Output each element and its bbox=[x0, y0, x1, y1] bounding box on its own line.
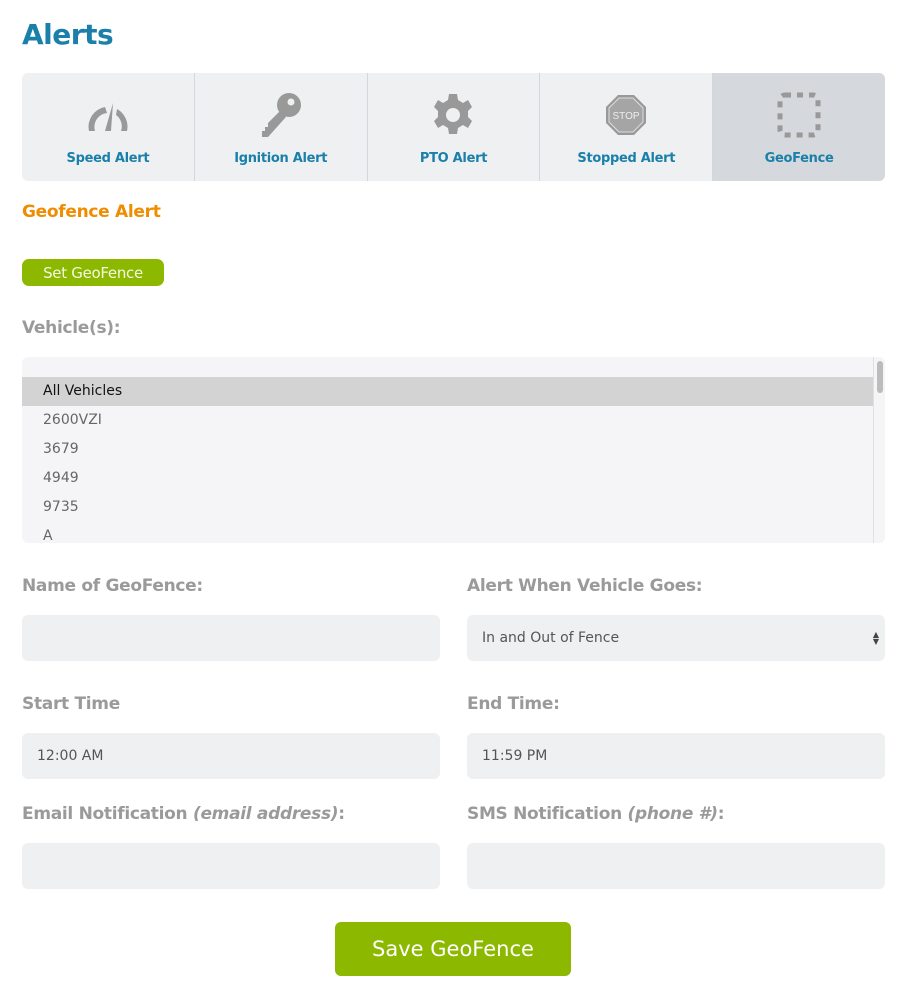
email-input[interactable] bbox=[22, 843, 440, 889]
list-item[interactable]: 4949 bbox=[22, 464, 873, 493]
name-label: Name of GeoFence: bbox=[22, 576, 203, 596]
gear-icon bbox=[434, 94, 473, 134]
tab-stopped-alert[interactable]: STOP Stopped Alert bbox=[540, 73, 714, 181]
alert-type-tabs: Speed Alert Ignition Alert PTO Alert STO… bbox=[22, 73, 885, 181]
end-time-input[interactable] bbox=[467, 733, 885, 779]
tab-label: PTO Alert bbox=[419, 151, 488, 166]
vehicles-label: Vehicle(s): bbox=[22, 318, 121, 338]
tab-label: Stopped Alert bbox=[577, 151, 676, 166]
tab-label: Speed Alert bbox=[66, 151, 150, 166]
alert-when-select[interactable]: In and Out of Fence ▲ ▼ bbox=[467, 615, 885, 661]
tab-pto-alert[interactable]: PTO Alert bbox=[368, 73, 541, 181]
end-time-label: End Time: bbox=[467, 694, 560, 714]
tab-speed-alert[interactable]: Speed Alert bbox=[22, 73, 195, 181]
save-geofence-button[interactable]: Save GeoFence bbox=[335, 922, 571, 976]
tab-label: Ignition Alert bbox=[234, 151, 328, 166]
start-time-label: Start Time bbox=[22, 694, 120, 714]
select-arrows-icon: ▲ ▼ bbox=[872, 630, 879, 646]
email-label: Email Notification (email address): bbox=[22, 804, 345, 824]
section-title: Geofence Alert bbox=[22, 202, 161, 222]
dashed-square-icon bbox=[777, 92, 821, 138]
scrollbar[interactable] bbox=[873, 357, 885, 543]
page-title: Alerts bbox=[22, 18, 114, 51]
list-item[interactable]: A bbox=[22, 522, 873, 543]
scrollbar-thumb[interactable] bbox=[877, 361, 883, 393]
list-item[interactable]: 3679 bbox=[22, 435, 873, 464]
geofence-name-input[interactable] bbox=[22, 615, 440, 661]
speedometer-icon bbox=[88, 103, 128, 131]
svg-text:STOP: STOP bbox=[613, 111, 640, 122]
alert-when-value: In and Out of Fence bbox=[482, 630, 620, 646]
sms-label: SMS Notification (phone #): bbox=[467, 804, 725, 824]
alert-when-label: Alert When Vehicle Goes: bbox=[467, 576, 703, 596]
tab-label: GeoFence bbox=[764, 151, 834, 166]
key-icon bbox=[261, 93, 301, 137]
list-item[interactable]: All Vehicles bbox=[22, 377, 873, 406]
start-time-input[interactable] bbox=[22, 733, 440, 779]
vehicles-listbox[interactable]: All Vehicles 2600VZI 3679 4949 9735 A bbox=[22, 357, 885, 543]
sms-input[interactable] bbox=[467, 843, 885, 889]
list-item[interactable]: 9735 bbox=[22, 493, 873, 522]
tab-geofence[interactable]: GeoFence bbox=[713, 73, 885, 181]
list-item[interactable]: 2600VZI bbox=[22, 406, 873, 435]
set-geofence-button[interactable]: Set GeoFence bbox=[22, 259, 164, 286]
tab-ignition-alert[interactable]: Ignition Alert bbox=[195, 73, 368, 181]
stop-sign-icon: STOP bbox=[606, 95, 647, 135]
